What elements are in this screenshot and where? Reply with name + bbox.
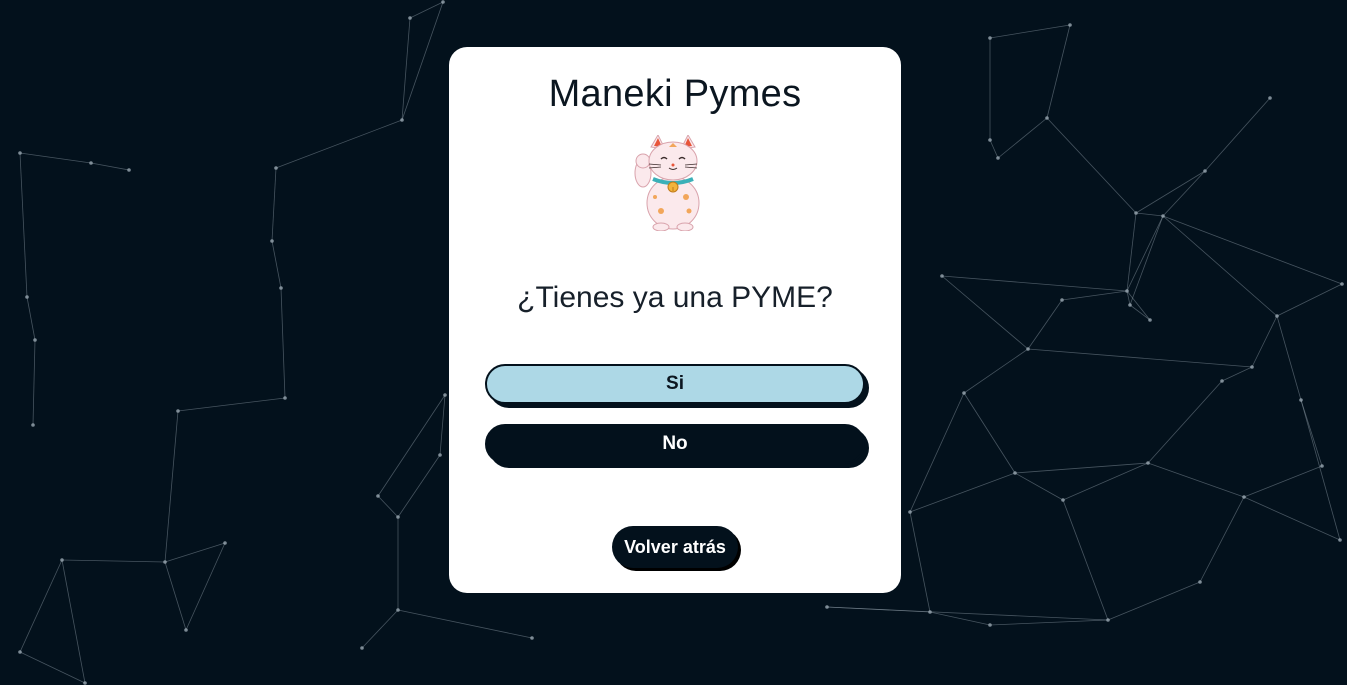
maneki-neko-icon [634, 135, 700, 231]
pyme-question-card: Maneki Pymes ¿Tienes ya una PYME? Si No … [449, 47, 901, 593]
pyme-question: ¿Tienes ya una PYME? [517, 281, 833, 314]
app-title: Maneki Pymes [548, 73, 802, 115]
no-button[interactable]: No [485, 424, 865, 464]
yes-button[interactable]: Si [485, 364, 865, 404]
back-button[interactable]: Volver atrás [612, 526, 738, 568]
